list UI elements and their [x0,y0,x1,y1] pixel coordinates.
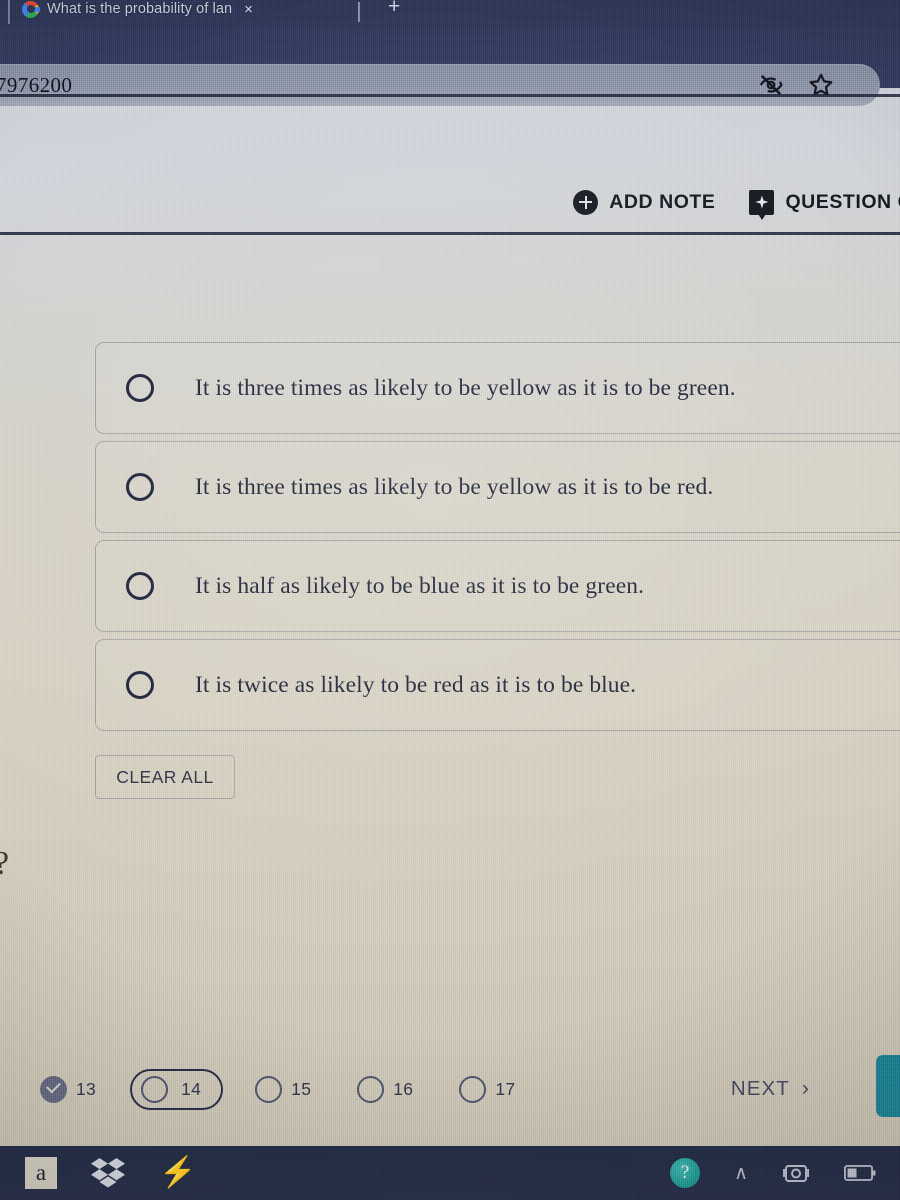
google-favicon [22,0,40,18]
radio-button[interactable] [126,671,154,699]
question-navigation-bar: 13 14 15 16 17 NEXT › [0,1058,900,1120]
help-question-glyph: ? [0,845,9,883]
radio-button[interactable] [126,374,154,402]
question-action-bar: ADD NOTE QUESTION GU [0,172,900,232]
question-nav-number: 15 [291,1078,312,1099]
answer-option[interactable]: It is three times as likely to be yellow… [95,342,900,434]
question-nav-item-13[interactable]: 13 [40,1075,97,1103]
check-circle-icon [40,1075,67,1103]
new-tab-button[interactable]: + [388,0,400,17]
answer-option[interactable]: It is twice as likely to be red as it is… [95,639,900,731]
battery-icon[interactable] [844,1163,878,1183]
taskbar-left-icons: a ⚡ [25,1157,196,1189]
radio-circle-icon [459,1075,487,1103]
add-note-label: ADD NOTE [609,190,716,213]
question-nav-number: 17 [495,1078,516,1099]
question-nav-item-15[interactable]: 15 [255,1075,312,1103]
guide-bookmark-icon [749,189,775,220]
browser-tab-title: What is the probability of lan [47,1,233,17]
add-note-button[interactable]: ADD NOTE [573,189,716,215]
question-nav-number: 14 [181,1078,202,1099]
side-feedback-tab[interactable] [876,1055,900,1117]
plus-circle-icon [573,189,599,215]
radio-button[interactable] [126,473,154,501]
next-button[interactable]: NEXT › [731,1077,810,1101]
answer-option-list: It is three times as likely to be yellow… [0,342,900,738]
radio-circle-icon [357,1075,385,1103]
photographed-screen: What is the probability of lan × + 79762… [0,0,900,1200]
question-nav-item-14[interactable]: 14 [130,1068,224,1110]
question-nav-item-16[interactable]: 16 [357,1075,414,1103]
help-globe-icon[interactable]: ? [670,1158,701,1188]
dropbox-icon[interactable] [91,1157,125,1189]
answer-option[interactable]: It is half as likely to be blue as it is… [95,540,900,632]
radio-button[interactable] [126,572,154,600]
radio-circle-icon [141,1075,169,1103]
next-label: NEXT [730,1077,790,1100]
browser-toolbar: 7976200 [0,28,900,106]
browser-tab[interactable]: What is the probability of lan × [22,0,253,24]
answer-option[interactable]: It is three times as likely to be yellow… [95,441,900,533]
tab-separator [358,2,360,22]
close-icon[interactable]: × [244,2,253,17]
question-guide-label: QUESTION GU [785,190,900,213]
acrobat-a-icon[interactable]: a [25,1157,57,1189]
question-nav-number: 13 [76,1078,97,1099]
bolt-icon[interactable]: ⚡ [159,1158,196,1188]
show-hidden-chevron-icon[interactable]: ∧ [734,1162,748,1185]
camera-icon[interactable] [782,1160,810,1186]
taskbar-right-icons: ? ∧ [670,1158,878,1188]
clear-all-button[interactable]: CLEAR ALL [95,755,235,799]
tab-strip-edge [8,0,10,24]
browser-tab-strip: What is the probability of lan × + [0,0,900,28]
page-viewport: ADD NOTE QUESTION GU It is three times a… [0,97,900,1137]
question-nav-item-17[interactable]: 17 [459,1075,516,1103]
chrome-divider [0,94,900,97]
answer-option-label: It is three times as likely to be yellow… [195,473,714,500]
header-divider [0,232,900,235]
chevron-right-icon: › [801,1077,810,1100]
address-bar[interactable]: 7976200 [0,64,880,106]
windows-taskbar: a ⚡ ? ∧ [0,1146,900,1200]
answer-option-label: It is half as likely to be blue as it is… [195,572,645,599]
answer-option-label: It is twice as likely to be red as it is… [195,671,637,698]
question-nav-number: 16 [393,1078,414,1099]
radio-circle-icon [255,1075,283,1103]
answer-option-label: It is three times as likely to be yellow… [195,374,736,401]
question-guide-button[interactable]: QUESTION GU [749,189,900,220]
